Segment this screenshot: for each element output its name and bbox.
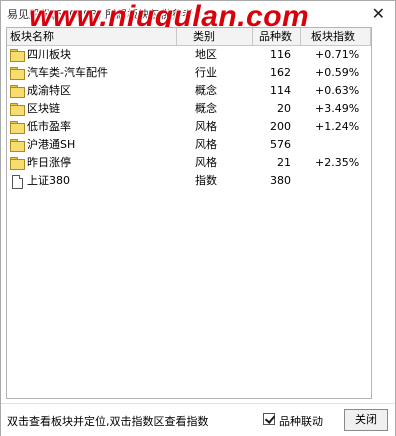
sector-count: 21 — [277, 156, 291, 169]
sector-type: 行业 — [195, 66, 217, 79]
sector-name-cell: 汽车类-汽车配件 — [9, 64, 175, 82]
status-bar: 双击查看板块并定位,双击指数区查看指数 品种联动 关闭 — [1, 403, 395, 436]
sector-count: 20 — [277, 102, 291, 115]
column-header-type[interactable]: 类别 — [177, 28, 253, 45]
folder-icon — [10, 85, 25, 98]
sector-count: 116 — [270, 48, 291, 61]
folder-icon — [10, 121, 25, 134]
folder-icon — [10, 103, 25, 116]
sector-index[interactable]: +0.59% — [303, 64, 369, 82]
sector-name: 汽车类-汽车配件 — [27, 66, 108, 79]
table-header: 板块名称 类别 品种数 板块指数 — [7, 28, 371, 46]
document-icon — [10, 175, 24, 189]
sector-name-cell: 区块链 — [9, 100, 175, 118]
sector-count: 380 — [270, 174, 291, 187]
table-row[interactable]: 昨日涨停 风格 21 +2.35% — [7, 154, 371, 172]
close-icon[interactable]: ✕ — [372, 4, 385, 23]
usage-hint: 双击查看板块并定位,双击指数区查看指数 — [7, 415, 209, 428]
sector-type: 风格 — [195, 120, 217, 133]
close-button[interactable]: 关闭 — [344, 409, 388, 431]
sector-name-cell: 沪港通SH — [9, 136, 175, 154]
sector-index[interactable] — [303, 136, 369, 154]
table-row[interactable]: 上证380 指数 380 — [7, 172, 371, 190]
sector-count: 200 — [270, 120, 291, 133]
folder-icon — [10, 139, 25, 152]
checkmark-icon — [264, 413, 276, 424]
sector-index[interactable]: +1.24% — [303, 118, 369, 136]
sector-name-cell: 上证380 — [9, 172, 175, 190]
sector-count: 576 — [270, 138, 291, 151]
sector-type: 地区 — [195, 48, 217, 61]
column-header-count[interactable]: 品种数 — [253, 28, 301, 45]
sync-checkbox[interactable] — [263, 413, 276, 425]
table-row[interactable]: 汽车类-汽车配件 行业 162 +0.59% — [7, 64, 371, 82]
sector-index[interactable]: +2.35% — [303, 154, 369, 172]
folder-icon — [10, 49, 25, 62]
sector-name-cell: 昨日涨停 — [9, 154, 175, 172]
folder-icon — [10, 67, 25, 80]
title-bar[interactable]: 易见股份(600093) 所属板块仅供参考 www.niugulan.com ✕ — [1, 0, 395, 33]
sector-name: 区块链 — [27, 102, 60, 115]
sector-index[interactable] — [303, 172, 369, 190]
table-row[interactable]: 成渝特区 概念 114 +0.63% — [7, 82, 371, 100]
folder-icon — [10, 157, 25, 170]
sector-name-cell: 四川板块 — [9, 46, 175, 64]
sector-type: 指数 — [195, 174, 217, 187]
sector-count: 162 — [270, 66, 291, 79]
sector-type: 概念 — [195, 84, 217, 97]
sector-index[interactable]: +0.71% — [303, 46, 369, 64]
sector-dialog: 易见股份(600093) 所属板块仅供参考 www.niugulan.com ✕… — [0, 0, 396, 436]
sector-name: 上证380 — [27, 174, 70, 187]
sector-count: 114 — [270, 84, 291, 97]
sector-index[interactable]: +3.49% — [303, 100, 369, 118]
sector-name: 沪港通SH — [27, 138, 76, 151]
table-row[interactable]: 区块链 概念 20 +3.49% — [7, 100, 371, 118]
sector-type: 风格 — [195, 138, 217, 151]
sector-name: 昨日涨停 — [27, 156, 71, 169]
column-header-name[interactable]: 板块名称 — [7, 28, 177, 45]
sector-index[interactable]: +0.63% — [303, 82, 369, 100]
table-row[interactable]: 四川板块 地区 116 +0.71% — [7, 46, 371, 64]
sector-table: 板块名称 类别 品种数 板块指数 四川板块 地区 116 +0.71% 汽车类-… — [6, 27, 372, 399]
sector-name: 低市盈率 — [27, 120, 71, 133]
sector-name: 成渝特区 — [27, 84, 71, 97]
sector-name: 四川板块 — [27, 48, 71, 61]
sector-type: 概念 — [195, 102, 217, 115]
sync-label[interactable]: 品种联动 — [279, 413, 323, 429]
table-row[interactable]: 沪港通SH 风格 576 — [7, 136, 371, 154]
column-header-index[interactable]: 板块指数 — [301, 28, 371, 45]
sector-name-cell: 成渝特区 — [9, 82, 175, 100]
table-row[interactable]: 低市盈率 风格 200 +1.24% — [7, 118, 371, 136]
sector-type: 风格 — [195, 156, 217, 169]
sector-name-cell: 低市盈率 — [9, 118, 175, 136]
